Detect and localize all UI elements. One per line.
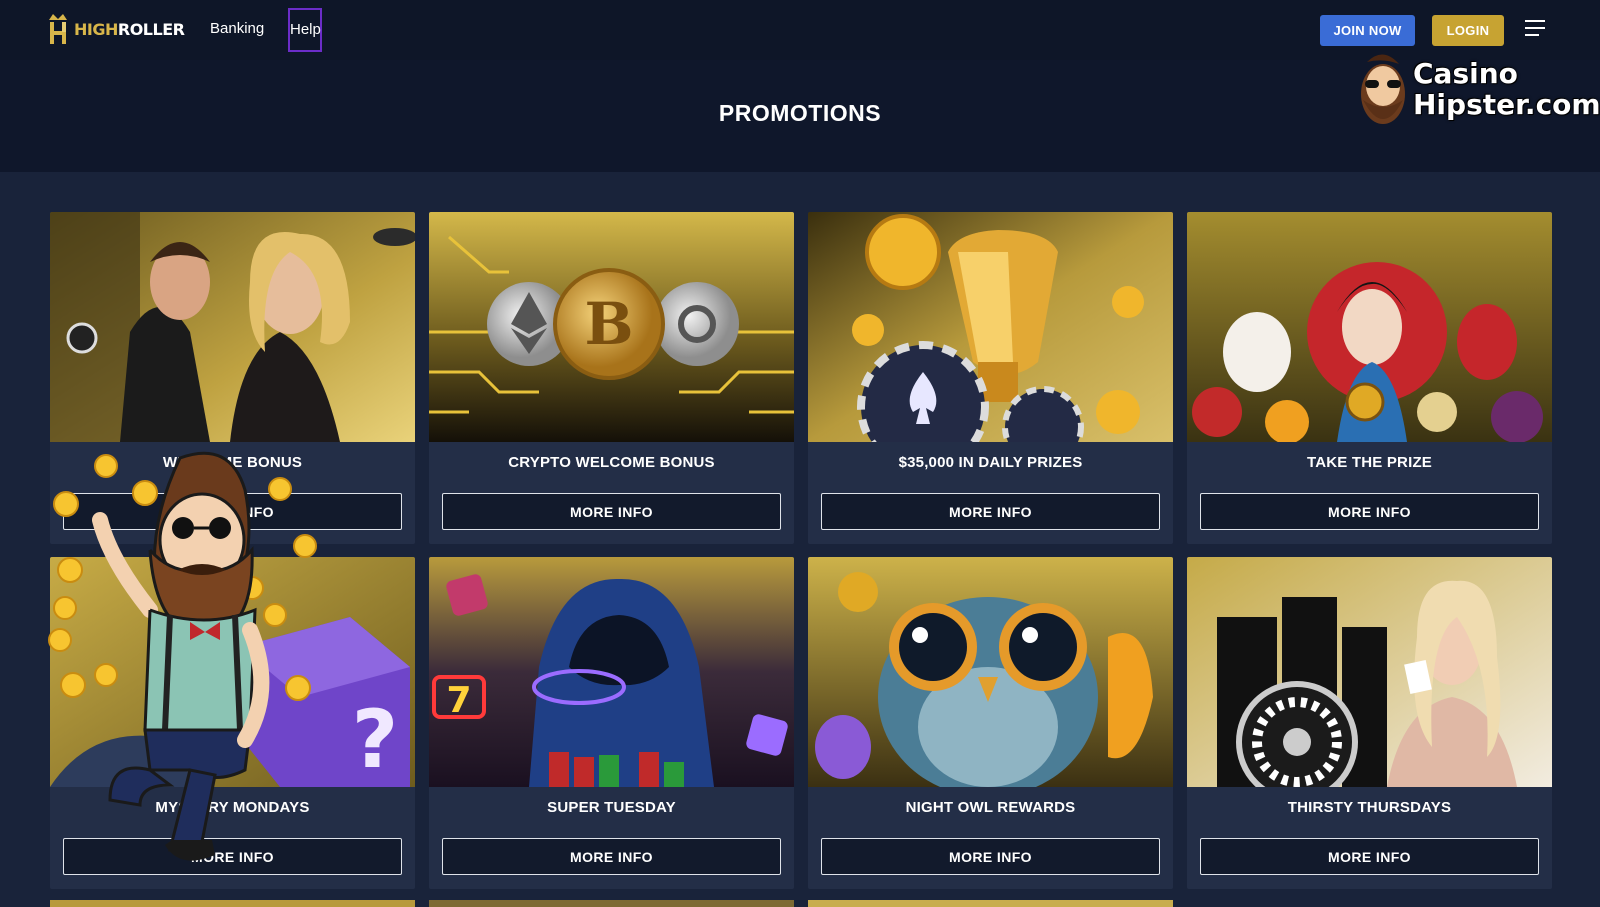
join-now-button[interactable]: JOIN NOW (1320, 15, 1415, 46)
hipster-mascot-icon (48, 451, 317, 861)
crypto-welcome-bonus-image[interactable]: B (429, 212, 794, 442)
promo-title: CRYPTO WELCOME BONUS (508, 454, 715, 471)
promo-title: NIGHT OWL REWARDS (905, 799, 1076, 816)
highroller-logo[interactable]: HIGHROLLER (48, 12, 185, 46)
promo-card-thirsty-thursdays: THIRSTY THURSDAYS MORE INFO (1187, 557, 1552, 889)
welcome-bonus-image[interactable] (50, 212, 415, 442)
more-info-button[interactable]: MORE INFO (1200, 838, 1539, 875)
promo-card-peek (50, 900, 415, 907)
logo-wordmark: HIGHROLLER (74, 19, 185, 39)
nav-banking[interactable]: Banking (210, 20, 264, 37)
night-owl-rewards-image[interactable] (808, 557, 1173, 787)
svg-text:?: ? (352, 693, 398, 786)
promo-card-super-tuesday: 7 SUPER TUESDAY MORE INFO (429, 557, 794, 889)
promo-title: THIRSTY THURSDAYS (1287, 799, 1452, 816)
more-info-button[interactable]: MORE INFO (442, 493, 781, 530)
hipster-head-icon (1361, 54, 1405, 124)
promo-title: SUPER TUESDAY (547, 799, 676, 816)
promo-card-daily-prizes: $35,000 IN DAILY PRIZES MORE INFO (808, 212, 1173, 544)
take-the-prize-image[interactable] (1187, 212, 1552, 442)
promo-card-night-owl-rewards: NIGHT OWL REWARDS MORE INFO (808, 557, 1173, 889)
promo-card-crypto-welcome-bonus: B CRYPTO WELCOME BONUS MORE INFO (429, 212, 794, 544)
daily-prizes-image[interactable] (808, 212, 1173, 442)
hamburger-menu-icon[interactable] (1525, 20, 1545, 38)
more-info-button[interactable]: MORE INFO (821, 493, 1160, 530)
casinohipster-watermark: Casino Hipster.com (1355, 50, 1600, 132)
promo-card-peek (429, 900, 794, 907)
more-info-button[interactable]: MORE INFO (442, 838, 781, 875)
svg-text:B: B (584, 290, 633, 358)
more-info-button[interactable]: MORE INFO (821, 838, 1160, 875)
svg-text:7: 7 (446, 680, 471, 721)
crown-logo-icon (49, 14, 67, 44)
login-button[interactable]: LOGIN (1432, 15, 1504, 46)
nav-help[interactable]: Help (288, 8, 322, 52)
promo-title: $35,000 IN DAILY PRIZES (898, 454, 1083, 471)
promo-title: TAKE THE PRIZE (1306, 454, 1433, 471)
super-tuesday-image[interactable]: 7 (429, 557, 794, 787)
more-info-button[interactable]: MORE INFO (1200, 493, 1539, 530)
promo-card-peek (808, 900, 1173, 907)
promo-card-take-the-prize: TAKE THE PRIZE MORE INFO (1187, 212, 1552, 544)
watermark-text: Casino Hipster.com (1413, 57, 1600, 121)
thirsty-thursdays-image[interactable] (1187, 557, 1552, 787)
